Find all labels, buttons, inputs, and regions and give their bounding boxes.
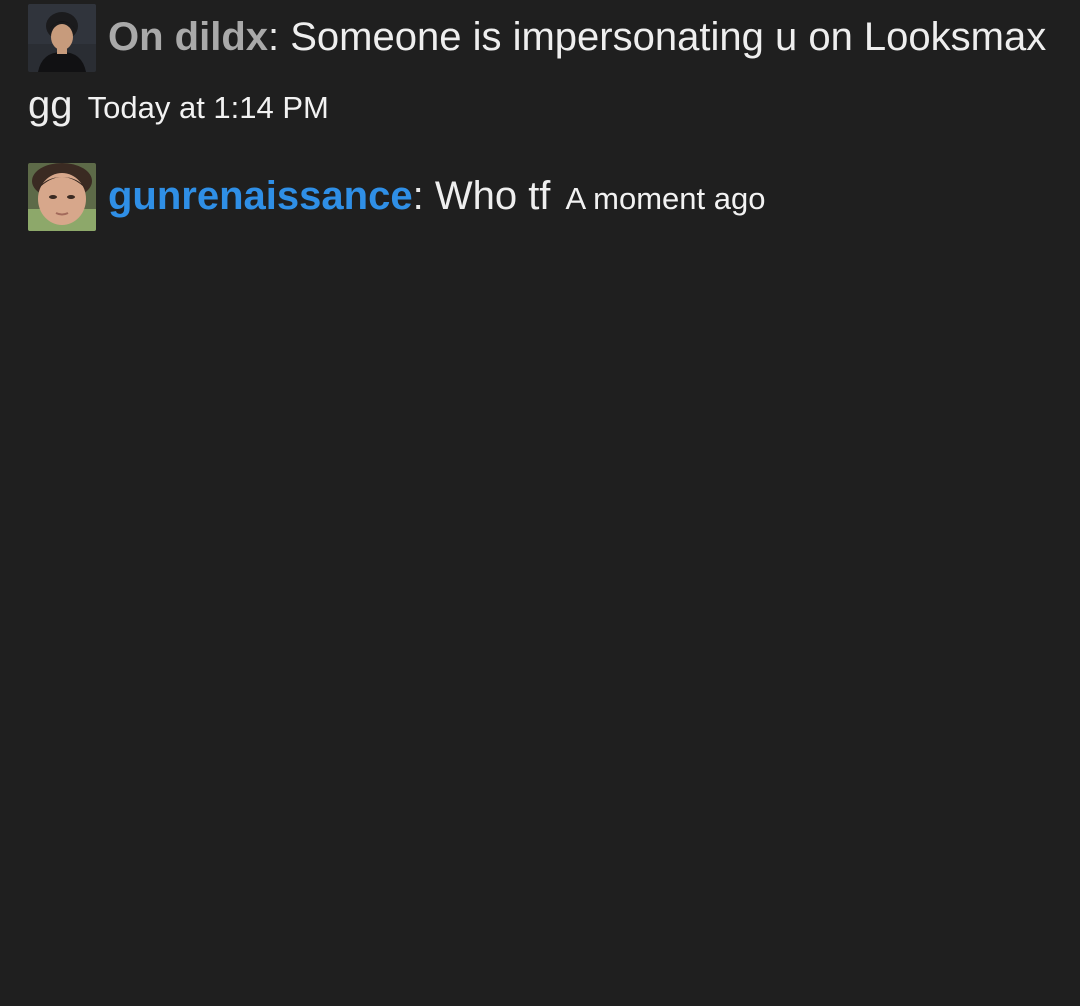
message-timestamp: A moment ago bbox=[565, 181, 766, 216]
message-text: Who tf bbox=[434, 174, 551, 218]
message-timestamp: Today at 1:14 PM bbox=[87, 90, 329, 125]
user-avatar-icon[interactable] bbox=[28, 4, 96, 72]
username-link[interactable]: gunrenaissance bbox=[108, 174, 413, 218]
username-separator: : bbox=[268, 15, 280, 59]
username-link[interactable]: On dildx bbox=[108, 15, 268, 59]
user-avatar-icon[interactable] bbox=[28, 163, 96, 231]
chat-message: gunrenaissance: Who tf A moment ago bbox=[28, 163, 1048, 232]
username-separator: : bbox=[412, 174, 424, 218]
chat-message: On dildx: Someone is impersonating u on … bbox=[28, 4, 1048, 141]
chat-log: On dildx: Someone is impersonating u on … bbox=[28, 4, 1048, 232]
